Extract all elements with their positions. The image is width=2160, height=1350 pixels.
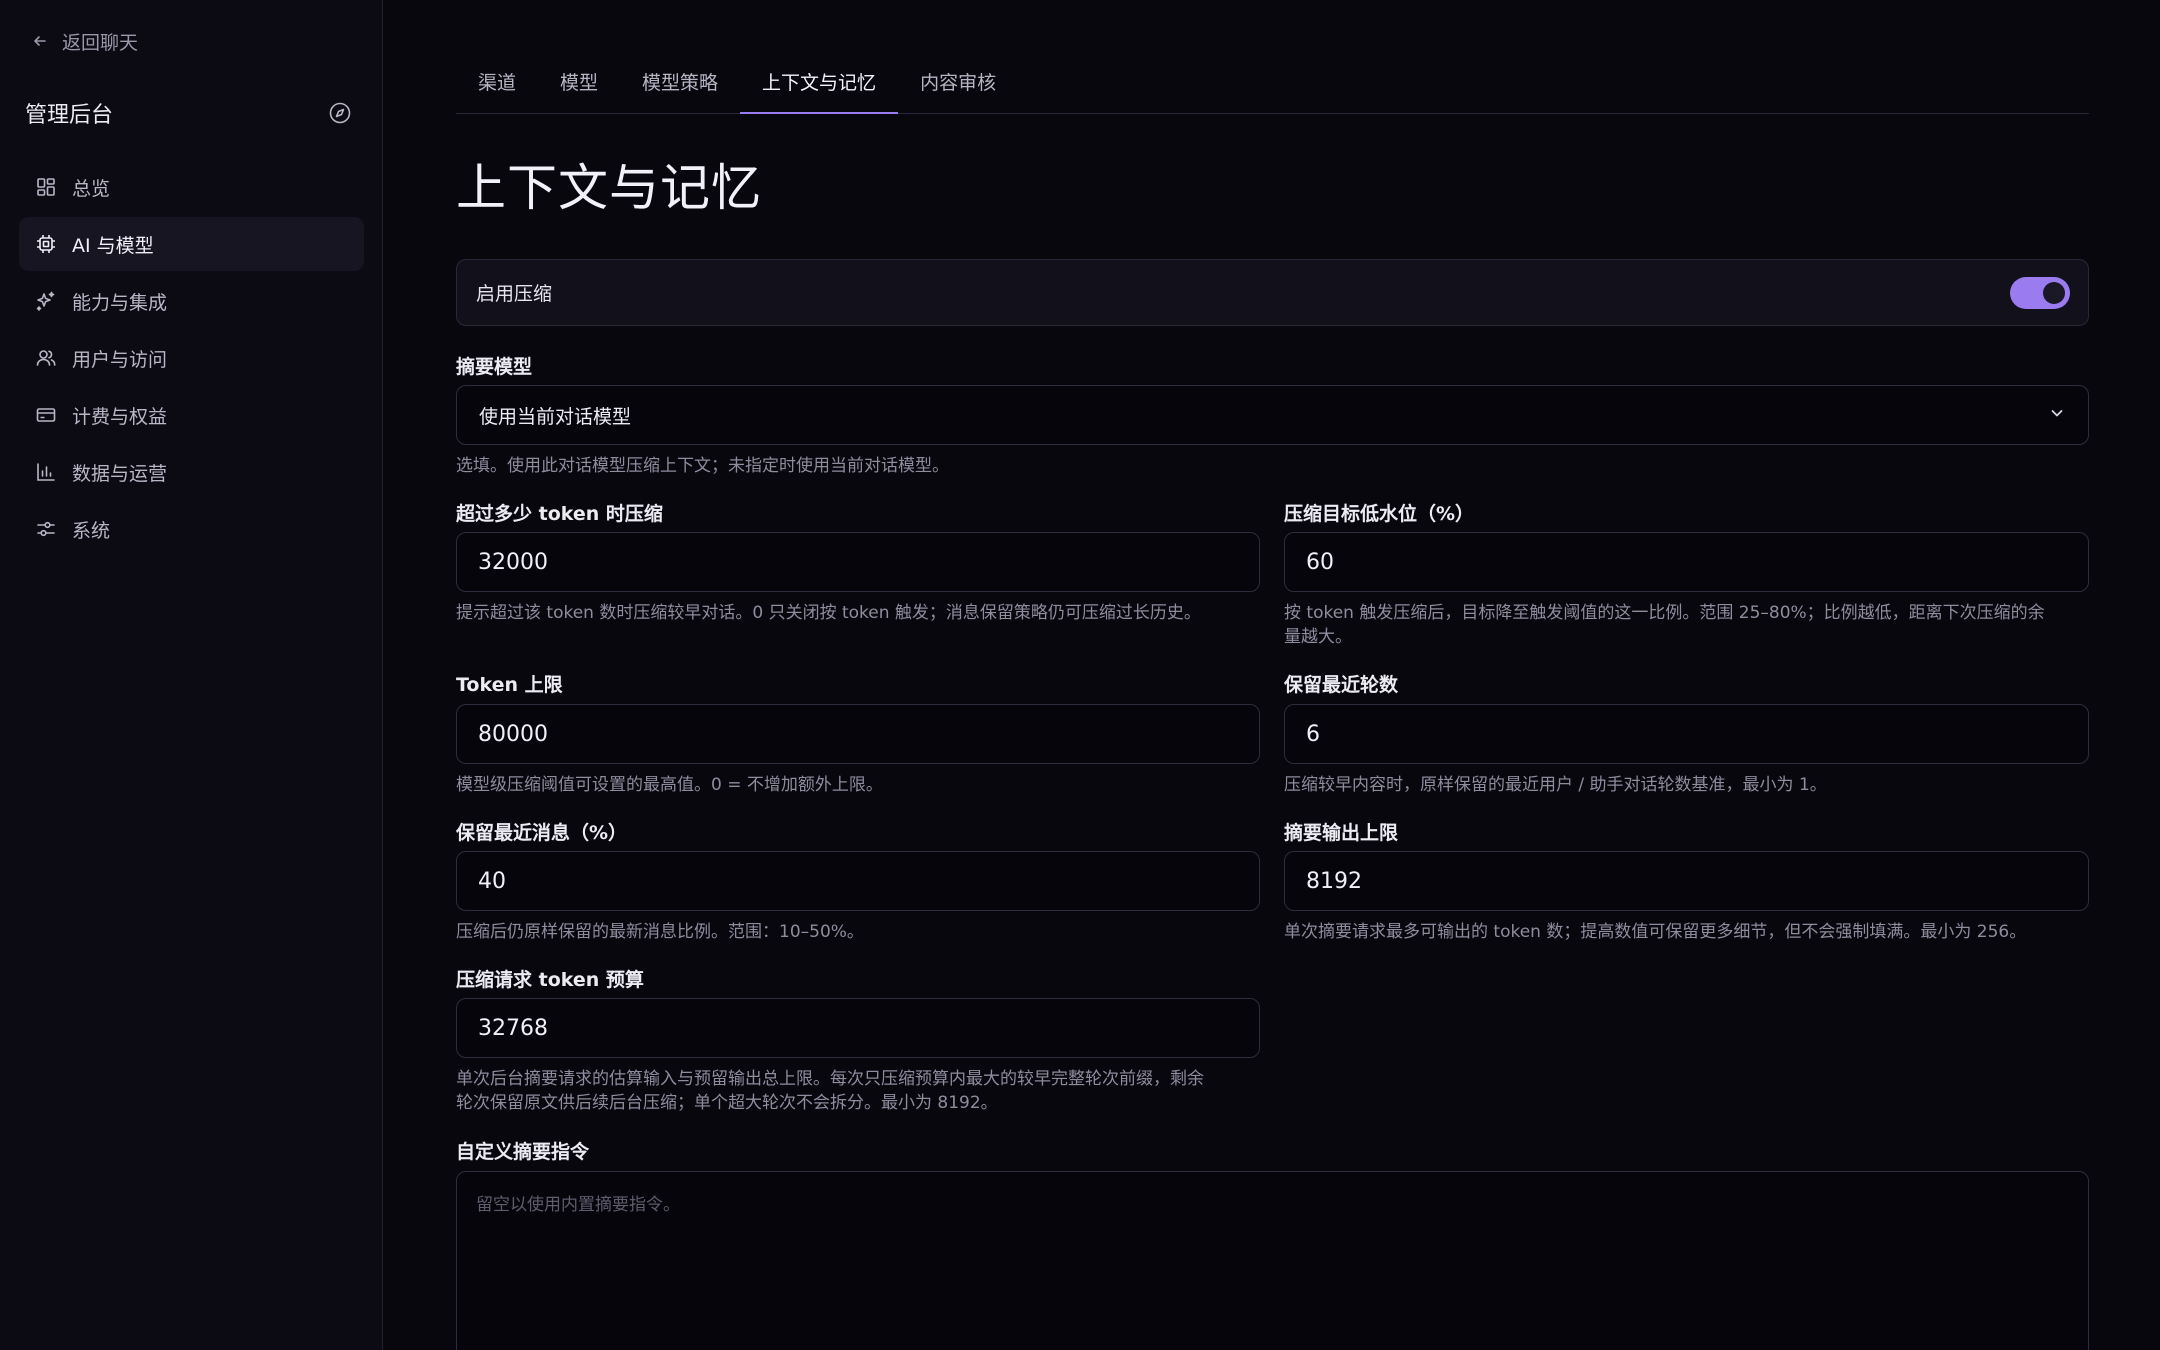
summary-model-value: 使用当前对话模型 xyxy=(479,405,632,428)
sidebar-item-system[interactable]: 系统 xyxy=(19,502,364,556)
request-budget-help-line-1: 单次后台摘要请求的估算输入与预留输出总上限。每次只压缩预算内最大的较早完整轮次前… xyxy=(456,1069,1204,1089)
compass-icon[interactable] xyxy=(325,98,355,128)
sidebar-item-data-ops[interactable]: 数据与运营 xyxy=(19,445,364,499)
summary-model-select[interactable]: 使用当前对话模型 xyxy=(456,385,2089,445)
chevron-down-icon xyxy=(2048,404,2066,427)
token-limit-label: Token 上限 xyxy=(456,674,563,696)
keep-turns-label: 保留最近轮数 xyxy=(1284,674,1399,696)
sidebar-nav: 总览 AI 与模型 能力与集成 用户与访问 计费与权益 数据与运营 系统 xyxy=(19,160,364,559)
sidebar-header: 管理后台 xyxy=(25,96,355,130)
sidebar-item-ai-models[interactable]: AI 与模型 xyxy=(19,217,364,271)
sidebar-item-label: 数据与运营 xyxy=(72,462,168,485)
low-water-help: 按 token 触发压缩后，目标降至触发阈值的这一比例。范围 25–80%；比例… xyxy=(1284,601,2094,649)
custom-prompt-label: 自定义摘要指令 xyxy=(456,1141,590,1163)
keep-recent-label: 保留最近消息（%） xyxy=(456,822,628,844)
keep-recent-input[interactable]: 40 xyxy=(456,851,1260,911)
token-limit-input[interactable]: 80000 xyxy=(456,704,1260,764)
compression-toggle-card: 启用压缩 xyxy=(456,259,2089,326)
custom-prompt-placeholder: 留空以使用内置摘要指令。 xyxy=(476,1195,680,1215)
sidebar-item-overview[interactable]: 总览 xyxy=(19,160,364,214)
summary-output-input[interactable]: 8192 xyxy=(1284,851,2089,911)
request-budget-help-line-2: 轮次保留原文供后续后台压缩；单个超大轮次不会拆分。最小为 8192。 xyxy=(456,1093,998,1113)
sidebar-item-billing[interactable]: 计费与权益 xyxy=(19,388,364,442)
threshold-input[interactable]: 32000 xyxy=(456,532,1260,592)
switch-knob xyxy=(2043,281,2065,304)
tab-context-memory[interactable]: 上下文与记忆 xyxy=(740,55,899,114)
tab-moderation[interactable]: 内容审核 xyxy=(898,55,1018,107)
sidebar: 返回聊天 管理后台 总览 AI 与模型 能力与集成 用户与访问 计费与权益 数据… xyxy=(0,0,383,1350)
low-water-label: 压缩目标低水位（%） xyxy=(1284,503,1475,525)
sidebar-item-label: 用户与访问 xyxy=(72,348,168,371)
sidebar-item-label: 能力与集成 xyxy=(72,291,168,314)
sidebar-item-users[interactable]: 用户与访问 xyxy=(19,331,364,385)
main-content: 渠道 模型 模型策略 上下文与记忆 内容审核 上下文与记忆 启用压缩 摘要模型 … xyxy=(383,0,2160,1350)
back-label: 返回聊天 xyxy=(62,31,139,54)
chip-icon xyxy=(35,233,57,255)
tab-model-policy[interactable]: 模型策略 xyxy=(620,55,740,107)
summary-model-label: 摘要模型 xyxy=(456,356,533,378)
sidebar-item-label: 总览 xyxy=(72,177,111,200)
request-budget-input[interactable]: 32768 xyxy=(456,998,1260,1058)
bar-chart-icon xyxy=(35,461,57,483)
tab-channels[interactable]: 渠道 xyxy=(456,55,538,107)
summary-model-help: 选填。使用此对话模型压缩上下文；未指定时使用当前对话模型。 xyxy=(456,456,949,476)
sidebar-title: 管理后台 xyxy=(25,103,114,128)
tab-bar: 渠道 模型 模型策略 上下文与记忆 内容审核 xyxy=(456,62,2089,114)
low-water-help-line-2: 量越大。 xyxy=(1284,627,1352,647)
credit-card-icon xyxy=(35,404,57,426)
keep-recent-help: 压缩后仍原样保留的最新消息比例。范围：10–50%。 xyxy=(456,922,864,942)
custom-prompt-textarea[interactable]: 留空以使用内置摘要指令。 xyxy=(456,1171,2089,1350)
sidebar-item-label: AI 与模型 xyxy=(72,234,154,257)
summary-output-label: 摘要输出上限 xyxy=(1284,822,1399,844)
keep-turns-help: 压缩较早内容时，原样保留的最近用户 / 助手对话轮数基准，最小为 1。 xyxy=(1284,775,1827,795)
request-budget-label: 压缩请求 token 预算 xyxy=(456,969,644,991)
request-budget-help: 单次后台摘要请求的估算输入与预留输出总上限。每次只压缩预算内最大的较早完整轮次前… xyxy=(456,1067,1276,1115)
sparkle-icon xyxy=(35,290,57,312)
token-limit-help: 模型级压缩阈值可设置的最高值。0 = 不增加额外上限。 xyxy=(456,775,883,795)
sidebar-item-capabilities[interactable]: 能力与集成 xyxy=(19,274,364,328)
sidebar-item-label: 计费与权益 xyxy=(72,405,168,428)
sliders-icon xyxy=(35,518,57,540)
summary-output-help: 单次摘要请求最多可输出的 token 数；提高数值可保留更多细节，但不会强制填满… xyxy=(1284,922,2027,942)
compression-toggle-label: 启用压缩 xyxy=(476,283,553,305)
low-water-input[interactable]: 60 xyxy=(1284,532,2089,592)
arrow-left-icon xyxy=(30,31,50,51)
app-root: 返回聊天 管理后台 总览 AI 与模型 能力与集成 用户与访问 计费与权益 数据… xyxy=(0,0,2160,1350)
threshold-label: 超过多少 token 时压缩 xyxy=(456,503,663,525)
sidebar-item-label: 系统 xyxy=(72,519,111,542)
page-title: 上下文与记忆 xyxy=(456,159,762,217)
low-water-help-line-1: 按 token 触发压缩后，目标降至触发阈值的这一比例。范围 25–80%；比例… xyxy=(1284,603,2045,623)
compression-toggle-switch[interactable] xyxy=(2010,276,2070,309)
users-icon xyxy=(35,347,57,369)
dashboard-icon xyxy=(35,176,57,198)
tab-models[interactable]: 模型 xyxy=(538,55,620,107)
threshold-help: 提示超过该 token 数时压缩较早对话。0 只关闭按 token 触发；消息保… xyxy=(456,603,1201,623)
keep-turns-input[interactable]: 6 xyxy=(1284,704,2089,764)
back-to-chat-link[interactable]: 返回聊天 xyxy=(30,26,138,56)
